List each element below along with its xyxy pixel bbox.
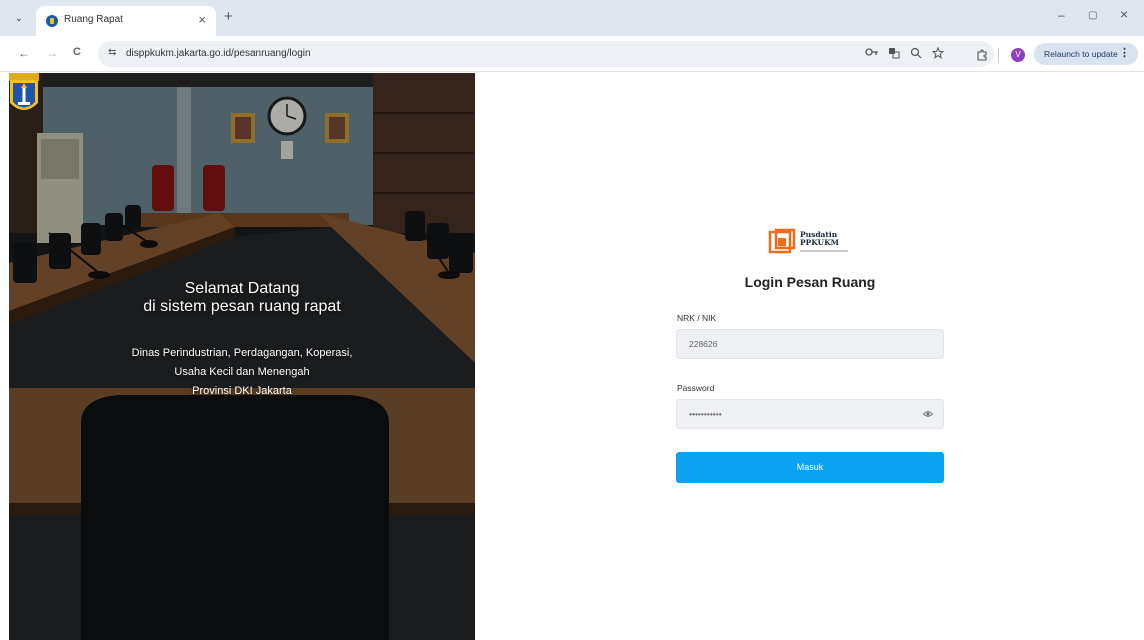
translate-icon[interactable] <box>888 47 900 62</box>
org-name-line1: Dinas Perindustrian, Perdagangan, Kopera… <box>131 347 353 359</box>
brand-name-line2: PPKUKM <box>800 238 839 247</box>
toolbar-divider <box>998 48 999 62</box>
brand-logo: Pusdatin PPKUKM <box>768 228 848 258</box>
forward-button[interactable]: → <box>46 46 58 60</box>
password-input[interactable] <box>677 400 943 428</box>
nrk-label: NRK / NIK <box>677 313 717 323</box>
window-close-button[interactable]: × <box>1120 6 1128 22</box>
browser-tab[interactable]: Ruang Rapat × <box>36 6 216 36</box>
minimize-button[interactable]: – <box>1058 8 1065 22</box>
relaunch-button[interactable]: Relaunch to update ⋮ <box>1034 43 1138 65</box>
favicon-icon <box>46 15 58 27</box>
new-tab-button[interactable]: + <box>224 8 233 25</box>
url-text[interactable]: disppkukm.jakarta.go.id/pesanruang/login <box>126 48 311 59</box>
hero-panel: Selamat Datang di sistem pesan ruang rap… <box>9 73 475 640</box>
browser-tab-bar: ⌄ Ruang Rapat × + – ▢ × <box>0 0 1144 36</box>
nrk-field[interactable] <box>676 329 944 359</box>
dki-jakarta-emblem <box>9 73 39 110</box>
relaunch-label: Relaunch to update <box>1044 49 1118 59</box>
restore-button[interactable]: ▢ <box>1088 10 1097 21</box>
profile-avatar[interactable]: V <box>1011 48 1025 62</box>
welcome-heading: Selamat Datang <box>184 280 300 297</box>
brand-tagline-bar <box>800 250 848 252</box>
browser-toolbar: ← → C ⇆ disppkukm.jakarta.go.id/pesanrua… <box>0 36 1144 72</box>
tab-title: Ruang Rapat <box>64 14 123 25</box>
welcome-subheading: di sistem pesan ruang rapat <box>143 298 341 315</box>
star-icon[interactable] <box>931 46 945 62</box>
key-icon[interactable] <box>865 47 879 60</box>
tab-close-button[interactable]: × <box>198 12 206 27</box>
address-bar[interactable]: ⇆ disppkukm.jakarta.go.id/pesanruang/log… <box>98 41 994 67</box>
site-info-icon[interactable]: ⇆ <box>108 47 116 58</box>
password-field[interactable] <box>676 399 944 429</box>
login-submit-button[interactable]: Masuk <box>676 452 944 483</box>
password-label: Password <box>677 383 715 393</box>
show-password-icon[interactable] <box>923 409 933 419</box>
zoom-icon[interactable] <box>910 47 922 62</box>
back-button[interactable]: ← <box>18 46 30 60</box>
brand-name: Pusdatin PPKUKM <box>800 231 839 247</box>
org-name-line2: Usaha Kecil dan Menengah <box>174 366 310 378</box>
login-title: Login Pesan Ruang <box>744 274 876 290</box>
puzzle-icon[interactable] <box>976 49 988 64</box>
nrk-input[interactable] <box>677 330 943 358</box>
org-name-line3: Provinsi DKI Jakarta <box>192 385 292 397</box>
tab-search-dropdown[interactable]: ⌄ <box>10 10 28 28</box>
pusdatin-logo-icon <box>768 228 796 254</box>
reload-button[interactable]: C <box>73 46 81 58</box>
browser-menu-icon[interactable]: ⋮ <box>1119 46 1130 59</box>
